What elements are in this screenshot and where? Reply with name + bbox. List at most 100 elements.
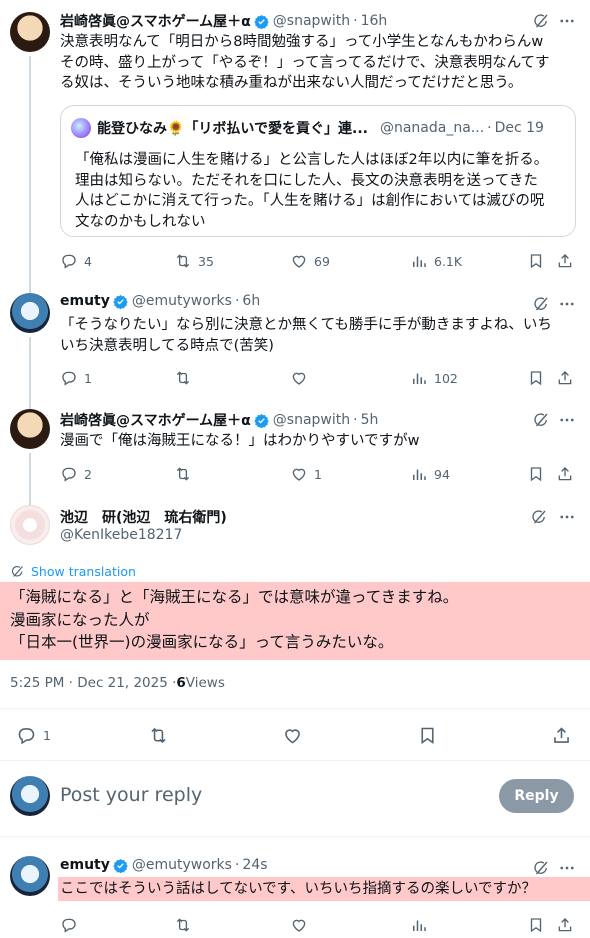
share-button[interactable] [556,250,574,272]
views-button[interactable] [410,914,428,936]
like-button[interactable] [282,724,303,746]
bookmark-button[interactable] [527,250,545,272]
divider [0,760,590,761]
repost-button[interactable] [174,367,192,389]
user-handle[interactable]: @snapwith [273,412,350,428]
bookmark-icon [527,369,545,387]
tweet-header: emuty @emutyworks · 24s [60,857,268,873]
main-tweet-lines: 「海賊になる」と「海賊王になる」では意味が違ってきますね。 漫画家になった人が … [10,588,459,651]
share-icon [556,465,574,483]
grok-icon[interactable] [532,859,550,877]
grok-icon[interactable] [532,12,550,30]
user-handle[interactable]: @emutyworks [132,293,232,309]
reply-submit-button[interactable]: Reply [499,779,574,813]
share-button[interactable] [556,463,574,485]
like-icon [282,725,303,746]
tweet-text: 決意表明なんて「明日から8時間勉強する」って小学生となんもかわらんw その時、盛… [60,34,550,91]
display-name[interactable]: emuty [60,293,110,309]
bookmark-button[interactable] [527,463,545,485]
bookmark-icon [527,916,545,934]
like-icon [290,465,308,483]
repost-icon [174,916,192,934]
action-bar: 2 1 94 [60,463,580,485]
divider [0,708,590,709]
avatar[interactable] [10,505,50,545]
post-time[interactable]: 6h [242,293,260,309]
avatar[interactable] [10,409,50,449]
repost-button[interactable]: 35 [174,250,214,272]
bookmark-button[interactable] [527,914,545,936]
reply-button[interactable]: 1 [60,367,92,389]
more-options-icon[interactable] [558,12,576,30]
timestamp-link[interactable]: 5:25 PM · Dec 21, 2025 · [10,675,176,691]
quoted-tweet[interactable]: 能登ひなみ🌻「リボ払いで愛を貢ぐ」連... @nanada_na... · De… [60,105,576,237]
repost-icon [148,725,169,746]
reply-icon [60,916,78,934]
bookmark-icon [417,725,438,746]
post-timestamp: 5:25 PM · Dec 21, 2025 · 6 Views [10,675,225,691]
reply-input[interactable]: Post your reply [60,784,202,806]
thread-line [29,337,31,397]
divider [0,836,590,837]
quoted-display-name: 能登ひなみ🌻「リボ払いで愛を貢ぐ」連... [97,121,368,137]
views-button[interactable]: 6.1K [410,250,462,272]
bookmark-icon [527,252,545,270]
user-handle[interactable]: @snapwith [273,13,350,29]
display-name[interactable]: emuty [60,857,110,873]
repost-button[interactable] [148,724,169,746]
like-button[interactable]: 1 [290,463,322,485]
views-icon [410,252,428,270]
more-options-icon[interactable] [558,859,576,877]
verified-badge-icon [254,413,269,428]
share-button[interactable] [551,724,572,746]
user-handle[interactable]: @emutyworks [132,857,232,873]
post-time[interactable]: 24s [242,857,267,873]
like-button[interactable] [290,367,308,389]
action-bar: 1 102 [60,367,580,389]
display-name[interactable]: 岩崎啓眞@スマホゲーム屋＋α [60,11,251,31]
reply-icon [60,465,78,483]
bookmark-button[interactable] [417,724,438,746]
like-button[interactable] [290,914,308,936]
share-button[interactable] [556,914,574,936]
share-button[interactable] [556,367,574,389]
tweet-text: 漫画で「俺は海賊王になる！」はわかりやすいですがw [60,433,420,449]
reply-button[interactable] [60,914,78,936]
repost-icon [174,252,192,270]
quoted-avatar [71,118,91,138]
show-translation-link[interactable]: Show translation [10,564,136,579]
more-options-icon[interactable] [558,411,576,429]
reply-icon [60,369,78,387]
share-icon [556,916,574,934]
post-time[interactable]: 5h [361,412,379,428]
tweet-header: 池辺 研(池辺 琉右衛門) [60,507,227,527]
avatar[interactable] [10,12,50,52]
avatar[interactable] [10,293,50,333]
post-time[interactable]: 16h [361,13,388,29]
grok-icon[interactable] [532,411,550,429]
display-name[interactable]: 池辺 研(池辺 琉右衛門) [60,507,227,527]
more-options-icon[interactable] [558,508,576,526]
reply-button[interactable]: 2 [60,463,92,485]
grok-icon[interactable] [530,508,548,526]
repost-button[interactable] [174,914,192,936]
display-name[interactable]: 岩崎啓眞@スマホゲーム屋＋α [60,410,251,430]
user-handle[interactable]: @KenIkebe18217 [60,527,182,543]
tweet-text: ここではそういう話はしてないです、いちいち指摘するの楽しいですか？ [60,881,537,897]
more-options-icon[interactable] [558,295,576,313]
views-button[interactable]: 94 [410,463,450,485]
like-button[interactable]: 69 [290,250,330,272]
grok-icon[interactable] [532,295,550,313]
thread-line [29,453,31,499]
like-icon [290,252,308,270]
views-button[interactable]: 102 [410,367,458,389]
action-bar [60,914,580,936]
share-icon [551,725,572,746]
tweet-header: 岩崎啓眞@スマホゲーム屋＋α @snapwith · 5h [60,410,379,430]
reply-button[interactable]: 1 [16,724,51,746]
bookmark-button[interactable] [527,367,545,389]
reply-button[interactable]: 4 [60,250,92,272]
share-icon [556,369,574,387]
repost-button[interactable] [174,463,192,485]
avatar[interactable] [10,856,50,896]
